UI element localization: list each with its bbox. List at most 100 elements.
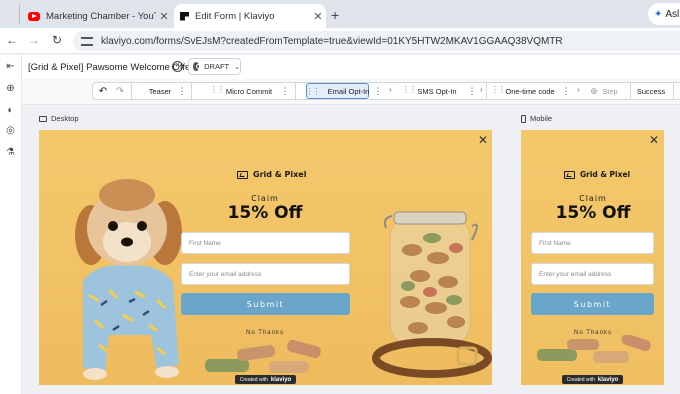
step-teaser[interactable]: Teaser <box>145 83 175 99</box>
klaviyo-credit-badge[interactable]: Created with klaviyo <box>562 375 623 384</box>
desktop-view-label: Desktop <box>39 114 79 123</box>
undo-icon[interactable]: ↶ <box>96 83 110 99</box>
more-options-icon[interactable]: ⋮ <box>177 83 187 99</box>
chevron-right-icon: › <box>577 85 580 94</box>
redo-icon[interactable]: ↷ <box>113 83 127 99</box>
browser-toolbar: ← → ↻ klaviyo.com/forms/SvEJsM?createdFr… <box>0 28 680 54</box>
grid-pixel-logo-icon <box>564 170 575 179</box>
new-tab-button[interactable]: + <box>331 7 339 23</box>
mobile-popup-preview[interactable]: ✕ Grid & Pixel Claim 15% Off First Name … <box>521 130 664 385</box>
credit-brand: klaviyo <box>270 376 292 383</box>
palette-icon[interactable]: ◐ <box>5 105 16 116</box>
add-icon[interactable]: ⊕ <box>5 83 16 94</box>
more-options-icon[interactable]: ⋮ <box>467 83 477 99</box>
close-icon[interactable]: ✕ <box>310 10 326 23</box>
treat-jar-image <box>372 211 492 378</box>
divider <box>295 83 296 99</box>
monitor-icon <box>39 115 47 122</box>
address-bar[interactable]: klaviyo.com/forms/SvEJsM?createdFromTemp… <box>73 31 680 51</box>
forward-icon[interactable]: → <box>26 33 42 47</box>
profile-button[interactable]: ✦ Asl <box>648 3 680 25</box>
status-dropdown[interactable]: DRAFT ⌄ <box>188 58 241 75</box>
phone-icon <box>521 114 526 123</box>
step-email-opt-in[interactable]: ⋮⋮ Email Opt-In <box>306 83 369 99</box>
email-placeholder: Enter your email address <box>189 270 262 278</box>
brand-name: Grid & Pixel <box>253 170 307 179</box>
divider <box>630 83 631 99</box>
desktop-popup-preview[interactable]: ✕ Grid & Pixel Claim 15% Off First Name … <box>39 130 492 385</box>
brand-logo: Grid & Pixel <box>237 170 306 179</box>
status-label: DRAFT <box>204 62 230 71</box>
credit-prefix: Created with <box>239 376 268 383</box>
tab-klaviyo[interactable]: Edit Form | Klaviyo ✕ <box>174 4 326 28</box>
step-sms-opt-in[interactable]: SMS Opt-In <box>415 83 459 99</box>
back-icon[interactable]: ← <box>4 33 20 47</box>
targeting-icon[interactable]: ◎ <box>5 125 16 136</box>
chevron-right-icon: › <box>480 85 483 94</box>
mobile-view-label: Mobile <box>521 114 552 123</box>
draft-status-icon <box>193 62 202 71</box>
site-settings-icon[interactable] <box>81 36 93 46</box>
step-label: Email Opt-In <box>327 86 370 96</box>
submit-button[interactable]: Submit <box>181 293 350 315</box>
close-icon[interactable]: ✕ <box>156 10 172 23</box>
divider <box>191 83 192 99</box>
step-micro-commit[interactable]: Micro Commit <box>225 83 273 99</box>
no-thanks-link[interactable]: No Thanks <box>225 330 305 336</box>
more-options-icon[interactable]: ⋮ <box>373 83 383 99</box>
close-icon[interactable]: ✕ <box>478 133 488 147</box>
email-field[interactable]: Enter your email address <box>181 263 350 285</box>
more-options-icon[interactable]: ⋮ <box>280 83 290 99</box>
divider <box>486 83 487 99</box>
step-add-step[interactable]: Step <box>600 83 620 99</box>
test-icon[interactable]: ⚗ <box>5 147 16 158</box>
submit-button[interactable]: Submit <box>531 293 654 315</box>
drag-handle-icon[interactable]: ⋮⋮ <box>210 85 225 94</box>
drag-handle-icon[interactable]: ⋮⋮ <box>402 85 417 94</box>
form-name[interactable]: [Grid & Pixel] Pawsome Welcome Offer <box>28 62 193 73</box>
sparkle-icon: ✦ <box>654 8 663 20</box>
exit-icon[interactable]: ⇤ <box>5 61 16 72</box>
credit-brand: klaviyo <box>597 376 619 383</box>
reload-icon[interactable]: ↻ <box>49 33 65 47</box>
drag-handle-icon[interactable]: ⋮⋮ <box>306 87 321 96</box>
youtube-icon <box>28 11 40 21</box>
step-success[interactable]: Success <box>635 83 667 99</box>
mobile-label-text: Mobile <box>530 114 553 123</box>
divider <box>673 83 674 99</box>
form-steps: ↶ ↷ Teaser ⋮ ⋮⋮ Micro Commit ⋮ ⋮⋮ Email … <box>92 82 680 100</box>
more-options-icon[interactable]: ⋮ <box>561 83 571 99</box>
brand-logo: Grid & Pixel <box>564 170 630 179</box>
chevron-down-icon: ⌄ <box>234 63 240 71</box>
first-name-field[interactable]: First Name <box>181 232 350 254</box>
claim-text: Claim <box>251 194 279 203</box>
add-step-icon[interactable]: ⊕ <box>588 83 600 99</box>
dog-image <box>75 179 182 380</box>
email-placeholder: Enter your email address <box>539 270 612 278</box>
brand-name: Grid & Pixel <box>580 170 631 179</box>
tab-strip-edge <box>4 4 20 24</box>
grid-pixel-logo-icon <box>237 170 248 179</box>
first-name-placeholder: First Name <box>539 239 571 247</box>
check-circle-icon: ✓ <box>172 61 183 72</box>
first-name-placeholder: First Name <box>189 239 221 247</box>
credit-prefix: Created with <box>566 376 595 383</box>
divider <box>131 83 132 99</box>
klaviyo-credit-badge[interactable]: Created with klaviyo <box>235 375 296 384</box>
editor-sidebar: ⇤ ⊕ ◐ ◎ ⚗ <box>0 55 22 394</box>
drag-handle-icon[interactable]: ⋮⋮ <box>491 85 506 94</box>
url-text: klaviyo.com/forms/SvEJsM?createdFromTemp… <box>101 35 563 47</box>
email-field[interactable]: Enter your email address <box>531 263 654 285</box>
tab-title: Edit Form | Klaviyo <box>195 10 275 22</box>
claim-text: Claim <box>579 194 607 203</box>
step-one-time-code[interactable]: One-time code <box>505 83 555 99</box>
chevron-right-icon: › <box>389 85 392 94</box>
close-icon[interactable]: ✕ <box>649 133 659 147</box>
tab-youtube[interactable]: Marketing Chamber - YouTube ✕ <box>22 4 172 28</box>
klaviyo-icon <box>180 11 189 21</box>
tab-title: Marketing Chamber - YouTube <box>46 10 156 22</box>
desktop-label-text: Desktop <box>51 114 79 123</box>
first-name-field[interactable]: First Name <box>531 232 654 254</box>
offer-headline: 15% Off <box>555 203 631 223</box>
profile-label: Asl <box>665 8 680 20</box>
